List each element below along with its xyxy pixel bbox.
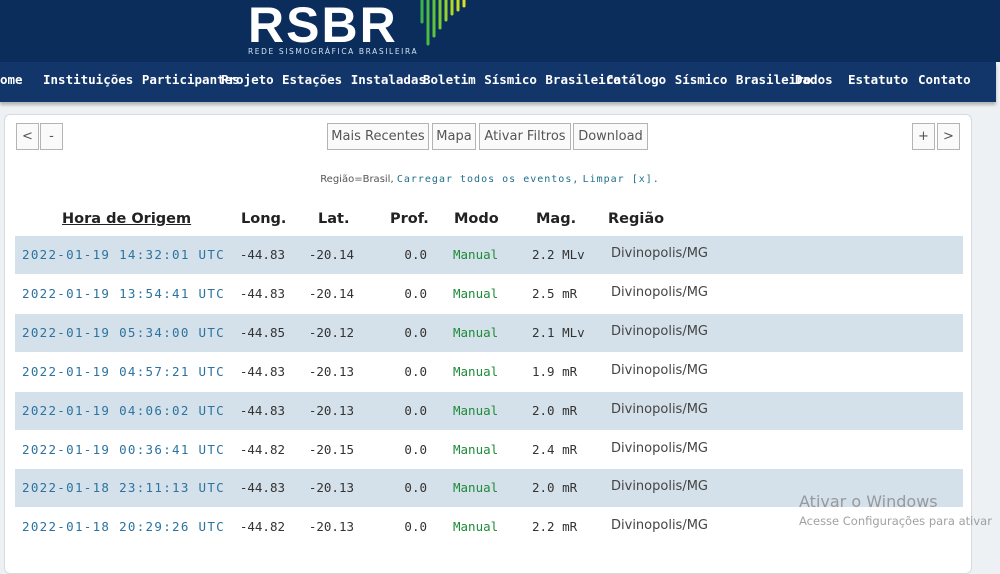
latitude-cell: -20.12 (308, 324, 354, 340)
nav-dados[interactable]: Dados (795, 72, 833, 87)
region-cell: Divinopolis/MG (611, 440, 708, 456)
longitude-cell: -44.85 (239, 324, 285, 340)
magnitude-cell: 2.5 mR (532, 285, 578, 301)
longitude-cell: -44.82 (239, 441, 285, 457)
origin-time-cell[interactable]: 2022-01-19 13:54:41 UTC (22, 286, 225, 301)
mode-cell: Manual (453, 363, 499, 379)
nav-contato[interactable]: Contato (918, 72, 971, 87)
magnitude-cell: 2.2 mR (532, 519, 578, 535)
mode-cell: Manual (453, 285, 499, 301)
region-cell: Divinopolis/MG (611, 401, 708, 417)
watermark-title: Ativar o Windows (799, 492, 938, 511)
map-button[interactable]: Mapa (432, 123, 476, 150)
origin-time-cell[interactable]: 2022-01-18 20:29:26 UTC (22, 519, 225, 534)
nav-home[interactable]: ome (0, 72, 23, 87)
region-cell: Divinopolis/MG (611, 284, 708, 300)
latitude-cell: -20.13 (308, 363, 354, 379)
latitude-cell: -20.14 (308, 247, 354, 262)
logo-subtitle: REDE SISMOGRÁFICA BRASILEIRA (248, 47, 419, 56)
region-cell: Divinopolis/MG (611, 479, 708, 495)
latitude-cell: -20.13 (308, 519, 354, 535)
origin-time-cell[interactable]: 2022-01-19 14:32:01 UTC (22, 247, 225, 262)
region-cell: Divinopolis/MG (611, 246, 708, 261)
region-cell: Divinopolis/MG (611, 518, 708, 534)
header-region: Região (608, 211, 665, 227)
header-depth: Prof. (390, 211, 429, 227)
watermark-subtitle: Acesse Configurações para ativar (799, 514, 992, 528)
nav-instituicoes[interactable]: Instituições Participantes (43, 72, 240, 87)
nav-estacoes[interactable]: Estações Instaladas (282, 72, 426, 87)
mode-cell: Manual (453, 402, 499, 418)
filter-summary: Região=Brasil, Carregar todos os eventos… (0, 174, 980, 185)
origin-time-cell[interactable]: 2022-01-18 23:11:13 UTC (22, 480, 225, 495)
mode-cell: Manual (453, 324, 499, 340)
magnitude-cell: 2.1 MLv (532, 324, 585, 340)
mode-cell: Manual (453, 247, 499, 262)
clear-filter-link[interactable]: Limpar [x]. (583, 174, 660, 185)
longitude-cell: -44.83 (239, 402, 285, 418)
table-row[interactable]: 2022-01-19 05:34:00 UTC -44.85 -20.12 0.0 Ma… (15, 313, 963, 352)
longitude-cell: -44.82 (239, 519, 285, 535)
table-row[interactable]: 2022-01-19 13:54:41 UTC -44.83 -20.14 0.0 Ma… (15, 274, 963, 313)
header-latitude: Lat. (318, 211, 350, 227)
depth-cell: 0.0 (404, 441, 427, 457)
header-magnitude: Mag. (536, 211, 577, 227)
region-filter-label: Região=Brasil, (320, 174, 394, 185)
table-row[interactable]: 2022-01-19 04:06:02 UTC -44.83 -20.13 0.0 Ma… (15, 391, 963, 430)
magnitude-cell: 1.9 mR (532, 363, 578, 379)
origin-time-cell[interactable]: 2022-01-19 00:36:41 UTC (22, 442, 225, 457)
depth-cell: 0.0 (404, 363, 427, 379)
depth-cell: 0.0 (404, 402, 427, 418)
recent-button[interactable]: Mais Recentes (327, 123, 429, 150)
windows-activation-watermark: Ativar o Windows Acesse Configurações pa… (799, 492, 992, 528)
decrease-button[interactable]: - (40, 123, 63, 150)
longitude-cell: -44.83 (239, 247, 285, 262)
nav-estatuto[interactable]: Estatuto (848, 72, 908, 87)
latitude-cell: -20.13 (308, 402, 354, 418)
filters-button[interactable]: Ativar Filtros (479, 123, 571, 150)
magnitude-cell: 2.0 mR (532, 480, 578, 496)
prev-page-button[interactable]: < (16, 123, 39, 150)
header-longitude: Long. (241, 211, 287, 227)
nav-boletim[interactable]: Boletim Sísmico Brasileiro (423, 72, 621, 87)
nav-catalogo[interactable]: Catálogo Sísmico Brasileiro (606, 72, 811, 87)
seismogram-wave-icon (420, 0, 466, 46)
latitude-cell: -20.15 (308, 441, 354, 457)
header-origin-time[interactable]: Hora de Origem (62, 211, 191, 227)
table-row[interactable]: 2022-01-19 04:57:21 UTC -44.83 -20.13 0.0 Ma… (15, 352, 963, 391)
depth-cell: 0.0 (404, 519, 427, 535)
site-header: RSBR REDE SISMOGRÁFICA BRASILEIRA (0, 0, 1000, 62)
magnitude-cell: 2.0 mR (532, 402, 578, 418)
load-all-link[interactable]: Carregar todos os eventos, (397, 174, 580, 185)
download-button[interactable]: Download (573, 123, 648, 150)
longitude-cell: -44.83 (239, 480, 285, 496)
rsbr-logo[interactable]: RSBR REDE SISMOGRÁFICA BRASILEIRA (248, 0, 417, 56)
next-page-button[interactable]: > (937, 123, 960, 150)
nav-projeto[interactable]: Projeto (221, 72, 274, 87)
main-nav: ome Instituições Participantes Projeto E… (0, 62, 996, 102)
mode-cell: Manual (453, 441, 499, 457)
longitude-cell: -44.83 (239, 363, 285, 379)
longitude-cell: -44.83 (239, 285, 285, 301)
mode-cell: Manual (453, 519, 499, 535)
region-cell: Divinopolis/MG (611, 323, 708, 339)
origin-time-cell[interactable]: 2022-01-19 04:06:02 UTC (22, 403, 225, 418)
depth-cell: 0.0 (404, 324, 427, 340)
table-row[interactable]: 2022-01-19 00:36:41 UTC -44.82 -20.15 0.0 Ma… (15, 430, 963, 469)
origin-time-cell[interactable]: 2022-01-19 04:57:21 UTC (22, 364, 225, 379)
magnitude-cell: 2.2 MLv (532, 247, 585, 262)
origin-time-cell[interactable]: 2022-01-19 05:34:00 UTC (22, 325, 225, 340)
magnitude-cell: 2.4 mR (532, 441, 578, 457)
mode-cell: Manual (453, 480, 499, 496)
latitude-cell: -20.13 (308, 480, 354, 496)
depth-cell: 0.0 (404, 480, 427, 496)
header-mode: Modo (454, 211, 499, 227)
depth-cell: 0.0 (404, 247, 427, 262)
latitude-cell: -20.14 (308, 285, 354, 301)
increase-button[interactable]: + (912, 123, 935, 150)
table-row[interactable]: 2022-01-19 14:32:01 UTC -44.83 -20.14 0.0 Ma… (15, 236, 963, 274)
depth-cell: 0.0 (404, 285, 427, 301)
region-cell: Divinopolis/MG (611, 362, 708, 378)
